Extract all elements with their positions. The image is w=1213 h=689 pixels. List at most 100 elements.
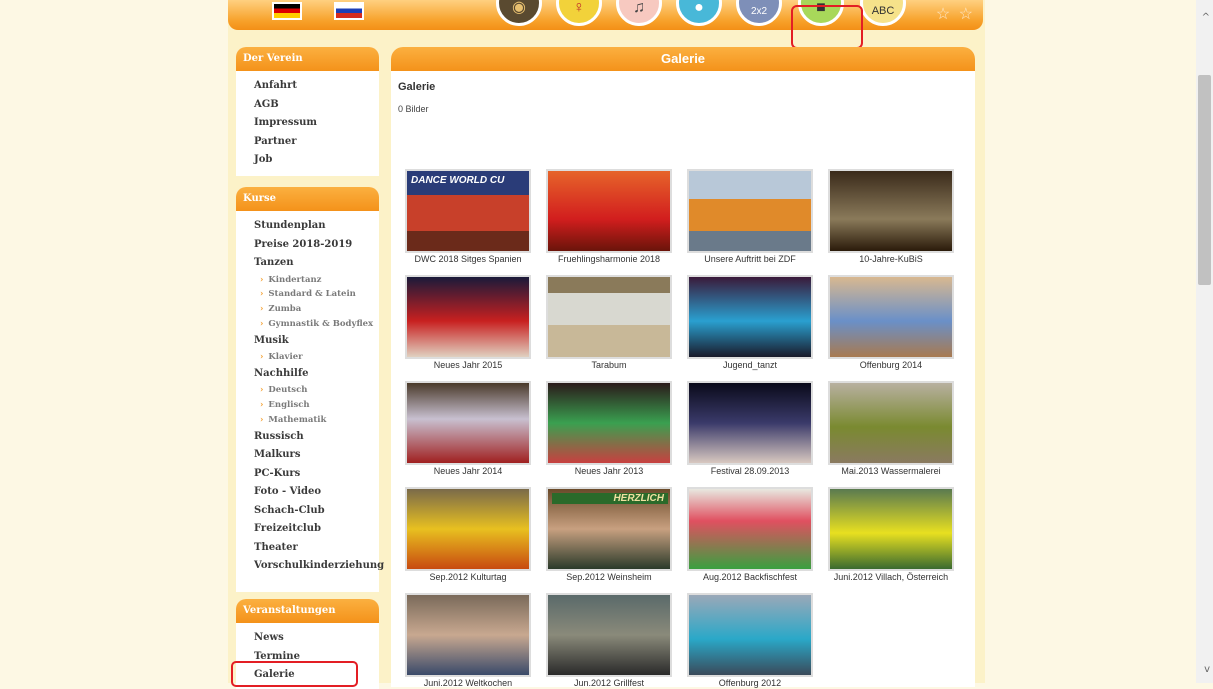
music-icon[interactable]: ♫ (616, 0, 662, 26)
album-caption[interactable]: Offenburg 2012 (687, 678, 813, 688)
sidebar-item-musik[interactable]: Musik (254, 332, 379, 351)
sidebar-item-pc-kurs[interactable]: PC-Kurs (254, 465, 379, 484)
album-caption[interactable]: Fruehlingsharmonie 2018 (546, 254, 672, 264)
album-thumbnail[interactable] (546, 593, 672, 677)
album-caption[interactable]: Neues Jahr 2015 (405, 360, 531, 370)
album-item[interactable]: Neues Jahr 2015 (405, 275, 531, 370)
paint-icon[interactable]: ● (676, 0, 722, 26)
album-thumbnail[interactable]: DANCE WORLD CU (405, 169, 531, 253)
sidebar-item-klavier[interactable]: Klavier (254, 350, 379, 365)
sidebar-item-standard-latein[interactable]: Standard & Latein (254, 287, 379, 302)
sidebar-item-freizeitclub[interactable]: Freizeitclub (254, 520, 379, 539)
abc-icon-text: ABC (871, 5, 895, 17)
math-icon[interactable]: 2x2 (736, 0, 782, 26)
album-item[interactable]: Juni.2012 Weltkochen (405, 593, 531, 688)
album-caption[interactable]: Juni.2012 Villach, Österreich (828, 572, 954, 582)
album-caption[interactable]: Sep.2012 Weinsheim (546, 572, 672, 582)
abc-icon[interactable]: ABC (860, 0, 906, 26)
sidebar-item-deutsch[interactable]: Deutsch (254, 383, 379, 398)
sidebar-item-preise-2018-2019[interactable]: Preise 2018-2019 (254, 236, 379, 255)
sidebar-item-gymnastik-bodyflex[interactable]: Gymnastik & Bodyflex (254, 317, 379, 332)
album-thumbnail[interactable] (546, 381, 672, 465)
album-caption[interactable]: DWC 2018 Sitges Spanien (405, 254, 531, 264)
sidebar-item-job[interactable]: Job (254, 151, 379, 170)
album-thumbnail[interactable] (405, 487, 531, 571)
sidebar-item-agb[interactable]: AGB (254, 96, 379, 115)
sidebar-item-news[interactable]: News (254, 629, 379, 648)
album-item[interactable]: Mai.2013 Wassermalerei (828, 381, 954, 476)
album-caption[interactable]: Sep.2012 Kulturtag (405, 572, 531, 582)
sidebar-item-nachhilfe[interactable]: Nachhilfe (254, 365, 379, 384)
album-caption[interactable]: Unsere Auftritt bei ZDF (687, 254, 813, 264)
album-thumbnail[interactable] (687, 275, 813, 359)
album-thumbnail[interactable] (687, 487, 813, 571)
album-item[interactable]: Neues Jahr 2014 (405, 381, 531, 476)
gallery-count: 0 Bilder (398, 104, 429, 114)
sidebar-item-tanzen[interactable]: Tanzen (254, 254, 379, 273)
album-item[interactable]: Festival 28.09.2013 (687, 381, 813, 476)
dance-icon[interactable]: ♀ (556, 0, 602, 26)
album-caption[interactable]: Neues Jahr 2013 (546, 466, 672, 476)
album-item[interactable]: Sep.2012 Kulturtag (405, 487, 531, 582)
album-thumbnail[interactable] (828, 381, 954, 465)
sidebar-item-russisch[interactable]: Russisch (254, 428, 379, 447)
album-item[interactable]: 10-Jahre-KuBiS (828, 169, 954, 264)
album-item[interactable]: DANCE WORLD CU DWC 2018 Sitges Spanien (405, 169, 531, 264)
sidebar-item-foto-video[interactable]: Foto - Video (254, 483, 379, 502)
album-caption[interactable]: 10-Jahre-KuBiS (828, 254, 954, 264)
album-item[interactable]: Jun.2012 Grillfest (546, 593, 672, 688)
album-item[interactable]: Offenburg 2014 (828, 275, 954, 370)
flag-de-icon[interactable] (272, 2, 302, 20)
album-thumbnail[interactable] (828, 487, 954, 571)
sidebar-item-englisch[interactable]: Englisch (254, 398, 379, 413)
album-thumbnail[interactable] (828, 169, 954, 253)
scrollbar-thumb[interactable] (1198, 75, 1211, 285)
album-thumbnail[interactable]: HERZLICH (546, 487, 672, 571)
album-item[interactable]: Juni.2012 Villach, Österreich (828, 487, 954, 582)
album-thumbnail[interactable] (546, 169, 672, 253)
scroll-up-icon[interactable]: ^ (1202, 12, 1210, 23)
drum-icon[interactable]: ◉ (496, 0, 542, 26)
sidebar-item-vorschulkinderziehung[interactable]: Vorschulkinderziehung (254, 557, 384, 576)
sidebar-veranstaltungen-title: Veranstaltungen (236, 599, 379, 623)
sidebar-item-theater[interactable]: Theater (254, 539, 379, 558)
album-item[interactable]: Offenburg 2012 (687, 593, 813, 688)
album-thumbnail[interactable] (687, 593, 813, 677)
album-caption[interactable]: Offenburg 2014 (828, 360, 954, 370)
album-thumbnail[interactable] (828, 275, 954, 359)
album-caption[interactable]: Aug.2012 Backfischfest (687, 572, 813, 582)
album-item[interactable]: Unsere Auftritt bei ZDF (687, 169, 813, 264)
sidebar-item-kindertanz[interactable]: Kindertanz (254, 273, 379, 288)
sidebar-item-malkurs[interactable]: Malkurs (254, 446, 379, 465)
sidebar-item-anfahrt[interactable]: Anfahrt (254, 77, 379, 96)
album-caption[interactable]: Mai.2013 Wassermalerei (828, 466, 954, 476)
page-scrollbar[interactable]: ^ v (1196, 0, 1213, 683)
album-item[interactable]: Aug.2012 Backfischfest (687, 487, 813, 582)
page-container: ◉ ♀ ♫ ● 2x2 ■ ABC ☆ ☆ Der Verein Anfahrt… (228, 0, 985, 689)
album-caption[interactable]: Festival 28.09.2013 (687, 466, 813, 476)
album-item[interactable]: HERZLICH Sep.2012 Weinsheim (546, 487, 672, 582)
album-thumbnail[interactable] (546, 275, 672, 359)
album-caption[interactable]: Jun.2012 Grillfest (546, 678, 672, 688)
album-thumbnail[interactable] (405, 275, 531, 359)
album-caption[interactable]: Jugend_tanzt (687, 360, 813, 370)
sidebar-item-impressum[interactable]: Impressum (254, 114, 379, 133)
album-caption[interactable]: Neues Jahr 2014 (405, 466, 531, 476)
album-caption[interactable]: Juni.2012 Weltkochen (405, 678, 531, 688)
sidebar-item-schach-club[interactable]: Schach-Club (254, 502, 379, 521)
album-thumbnail[interactable] (405, 381, 531, 465)
sidebar-item-zumba[interactable]: Zumba (254, 302, 379, 317)
album-caption[interactable]: Tarabum (546, 360, 672, 370)
flag-ru-icon[interactable] (334, 2, 364, 20)
sidebar-item-stundenplan[interactable]: Stundenplan (254, 217, 379, 236)
album-item[interactable]: Neues Jahr 2013 (546, 381, 672, 476)
album-thumbnail[interactable] (405, 593, 531, 677)
sidebar-item-mathematik[interactable]: Mathematik (254, 413, 379, 428)
album-thumbnail[interactable] (687, 381, 813, 465)
album-item[interactable]: Tarabum (546, 275, 672, 370)
album-thumbnail[interactable] (687, 169, 813, 253)
album-item[interactable]: Jugend_tanzt (687, 275, 813, 370)
scroll-down-icon[interactable]: v (1204, 664, 1210, 675)
album-item[interactable]: Fruehlingsharmonie 2018 (546, 169, 672, 264)
sidebar-item-partner[interactable]: Partner (254, 133, 379, 152)
